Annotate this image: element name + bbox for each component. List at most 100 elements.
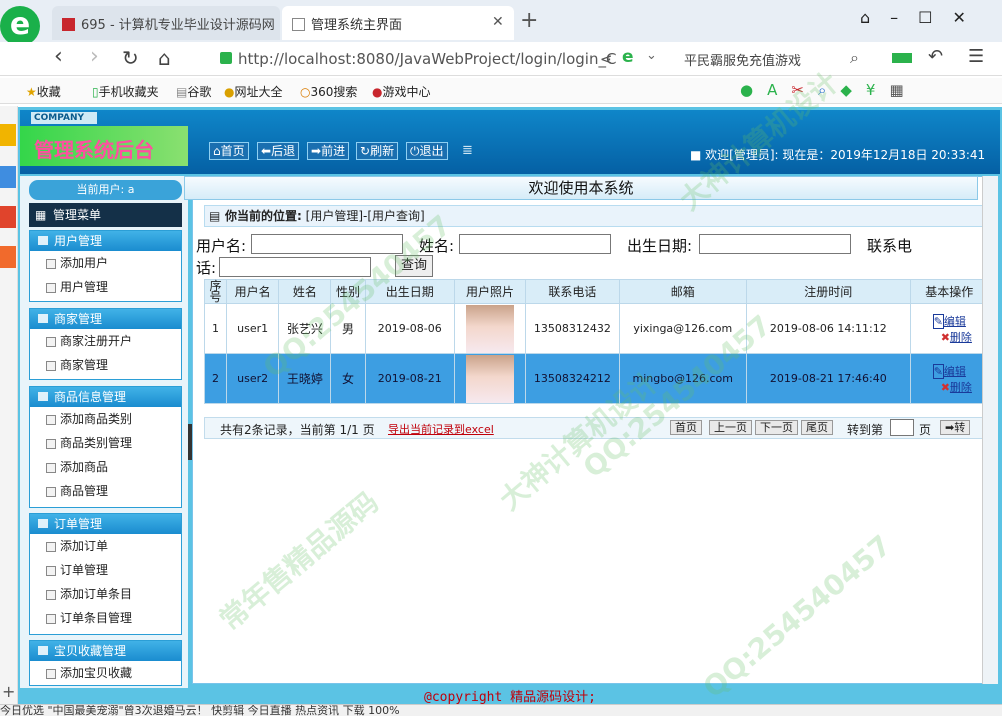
tab-admin[interactable]: 管理系统主界面 <box>282 6 514 40</box>
table-header-row: 序号 用户名 姓名 性别 出生日期 用户照片 联系电话 邮箱 注册时间 基本操作 <box>203 279 990 304</box>
skin-icon[interactable]: ⌂ <box>860 8 890 27</box>
table-row[interactable]: 1 user1 张艺兴 男 2019-08-06 13508312432 yix… <box>203 303 990 354</box>
find-icon[interactable]: ⌕ <box>818 81 840 99</box>
bookmark-google[interactable]: ▤谷歌 <box>176 83 211 100</box>
menu-item-add-goods[interactable]: 添加商品 <box>30 455 181 479</box>
refresh-icon: ↻ <box>360 144 371 158</box>
bookmark-hao[interactable]: ●网址大全 <box>224 83 283 100</box>
bookmark-games[interactable]: ●游戏中心 <box>372 83 431 100</box>
breadcrumb-label: 你当前的位置: <box>225 209 302 223</box>
weibo-side-icon[interactable] <box>0 206 16 228</box>
forward-icon[interactable]: › <box>90 44 99 69</box>
go-button[interactable]: ➡转 <box>940 420 971 435</box>
delete-link[interactable]: 删除 <box>950 381 972 394</box>
group-header[interactable]: 宝贝收藏管理 <box>30 641 181 661</box>
menu-item-category-manage[interactable]: 商品类别管理 <box>30 431 181 455</box>
translate-icon[interactable]: A <box>767 81 791 99</box>
ie-mode-icon[interactable]: e <box>622 47 634 67</box>
users-table: 序号 用户名 姓名 性别 出生日期 用户照片 联系电话 邮箱 注册时间 基本操作… <box>203 279 990 404</box>
edit-link[interactable]: 编辑 <box>944 315 966 328</box>
menu-item-order-item-manage[interactable]: 订单条目管理 <box>30 606 181 630</box>
edit-icon[interactable]: ✎ <box>932 363 944 379</box>
col-username: 用户名 <box>226 279 280 304</box>
share-icon[interactable]: ⋖ <box>600 50 613 68</box>
col-regtime: 注册时间 <box>746 279 911 304</box>
address-bar[interactable]: http://localhost:8080/JavaWebProject/log… <box>214 46 666 72</box>
menu-item-add-category[interactable]: 添加商品类别 <box>30 407 181 431</box>
menu-icon[interactable]: ☰ <box>968 46 984 67</box>
edit-link[interactable]: 编辑 <box>944 365 966 378</box>
menu-item-order-manage[interactable]: 订单管理 <box>30 558 181 582</box>
menu-item-merchant-register[interactable]: 商家注册开户 <box>30 329 181 353</box>
goto-page-input[interactable] <box>890 419 914 436</box>
username-input[interactable] <box>251 234 403 254</box>
mail-side-icon[interactable] <box>0 246 16 268</box>
delete-link[interactable]: 删除 <box>950 331 972 344</box>
group-header[interactable]: 商家管理 <box>30 309 181 329</box>
group-header[interactable]: 订单管理 <box>30 514 181 534</box>
arrow-left-icon: ⬅ <box>261 144 272 158</box>
money-icon[interactable]: ¥ <box>866 81 890 99</box>
query-button[interactable]: 查询 <box>395 255 433 277</box>
tab-close-icon[interactable]: ✕ <box>492 14 504 30</box>
search-suggestion[interactable]: 平民霸服免充值游戏 <box>684 50 801 69</box>
cell-username: user2 <box>226 353 280 404</box>
scroll-thumb[interactable] <box>982 176 998 684</box>
new-tab-button[interactable]: + <box>520 8 538 33</box>
export-link[interactable]: 导出当前记录到excel <box>388 421 494 437</box>
name-input[interactable] <box>459 234 611 254</box>
back-icon[interactable]: ‹ <box>54 44 63 69</box>
group-header[interactable]: 用户管理 <box>30 231 181 251</box>
delete-icon[interactable]: ✖ <box>941 381 950 394</box>
forward-button[interactable]: ➡前进 <box>307 142 350 160</box>
menu-item-add-order[interactable]: 添加订单 <box>30 534 181 558</box>
dropdown-icon[interactable]: ⌄ <box>646 48 657 63</box>
refresh-button[interactable]: ↻刷新 <box>356 142 399 160</box>
next-page-button[interactable]: 下一页 <box>755 420 798 435</box>
maximize-icon[interactable]: ☐ <box>918 8 952 27</box>
tab-source-site[interactable]: 695 - 计算机专业毕业设计源码网 <box>52 6 280 40</box>
logout-button[interactable]: ⏻退出 <box>406 142 448 160</box>
menu-item-user-manage[interactable]: 用户管理 <box>30 275 181 299</box>
gamepad-icon[interactable]: ◆ <box>840 81 866 99</box>
close-window-icon[interactable]: ✕ <box>953 8 986 27</box>
undo-icon[interactable]: ↶ <box>928 46 943 67</box>
menu-item-add-favorite[interactable]: 添加宝贝收藏 <box>30 661 181 685</box>
browser-logo-icon[interactable]: e <box>0 6 40 46</box>
delete-icon[interactable]: ✖ <box>941 331 950 344</box>
menu-item-goods-manage[interactable]: 商品管理 <box>30 479 181 503</box>
prev-page-button[interactable]: 上一页 <box>709 420 752 435</box>
col-no: 序号 <box>203 279 228 304</box>
table-row[interactable]: 2 user2 王晓婷 女 2019-08-21 13508324212 min… <box>203 353 990 404</box>
first-page-button[interactable]: 首页 <box>670 420 702 435</box>
home-button[interactable]: ⌂首页 <box>209 142 249 160</box>
scissors-icon[interactable]: ✂ <box>791 81 818 99</box>
bookmark-favorites[interactable]: ★收藏 <box>26 83 61 100</box>
favorites-side-icon[interactable] <box>0 124 16 146</box>
last-page-button[interactable]: 尾页 <box>801 420 833 435</box>
cell-photo <box>453 353 527 404</box>
search-icon[interactable]: ⌕ <box>850 48 859 68</box>
reload-icon[interactable]: ↻ <box>122 46 139 70</box>
back-button[interactable]: ⬅后退 <box>257 142 300 160</box>
group-header[interactable]: 商品信息管理 <box>30 387 181 407</box>
col-ops: 基本操作 <box>909 279 990 304</box>
menu-group-goods: 商品信息管理 添加商品类别 商品类别管理 添加商品 商品管理 <box>29 386 182 508</box>
record-summary: 共有2条记录，当前第 1/1 页 <box>220 423 375 437</box>
home-icon[interactable]: ⌂ <box>158 46 171 70</box>
minimize-icon[interactable]: – <box>890 8 918 27</box>
add-side-icon[interactable]: + <box>2 682 15 701</box>
birth-input[interactable] <box>699 234 851 254</box>
apps-icon[interactable]: ▦ <box>889 81 917 99</box>
bookmark-360[interactable]: ○360搜索 <box>300 83 357 100</box>
menu-group-favorites: 宝贝收藏管理 添加宝贝收藏 <box>29 640 182 686</box>
col-gender: 性别 <box>330 279 366 304</box>
wechat-icon[interactable]: ● <box>740 81 767 99</box>
menu-item-merchant-manage[interactable]: 商家管理 <box>30 353 181 377</box>
menu-item-add-order-item[interactable]: 添加订单条目 <box>30 582 181 606</box>
menu-item-add-user[interactable]: 添加用户 <box>30 251 181 275</box>
bookmark-mobile[interactable]: ▯手机收藏夹 <box>92 83 159 100</box>
news-side-icon[interactable] <box>0 166 16 188</box>
phone-input[interactable] <box>219 257 371 277</box>
edit-icon[interactable]: ✎ <box>932 313 944 329</box>
